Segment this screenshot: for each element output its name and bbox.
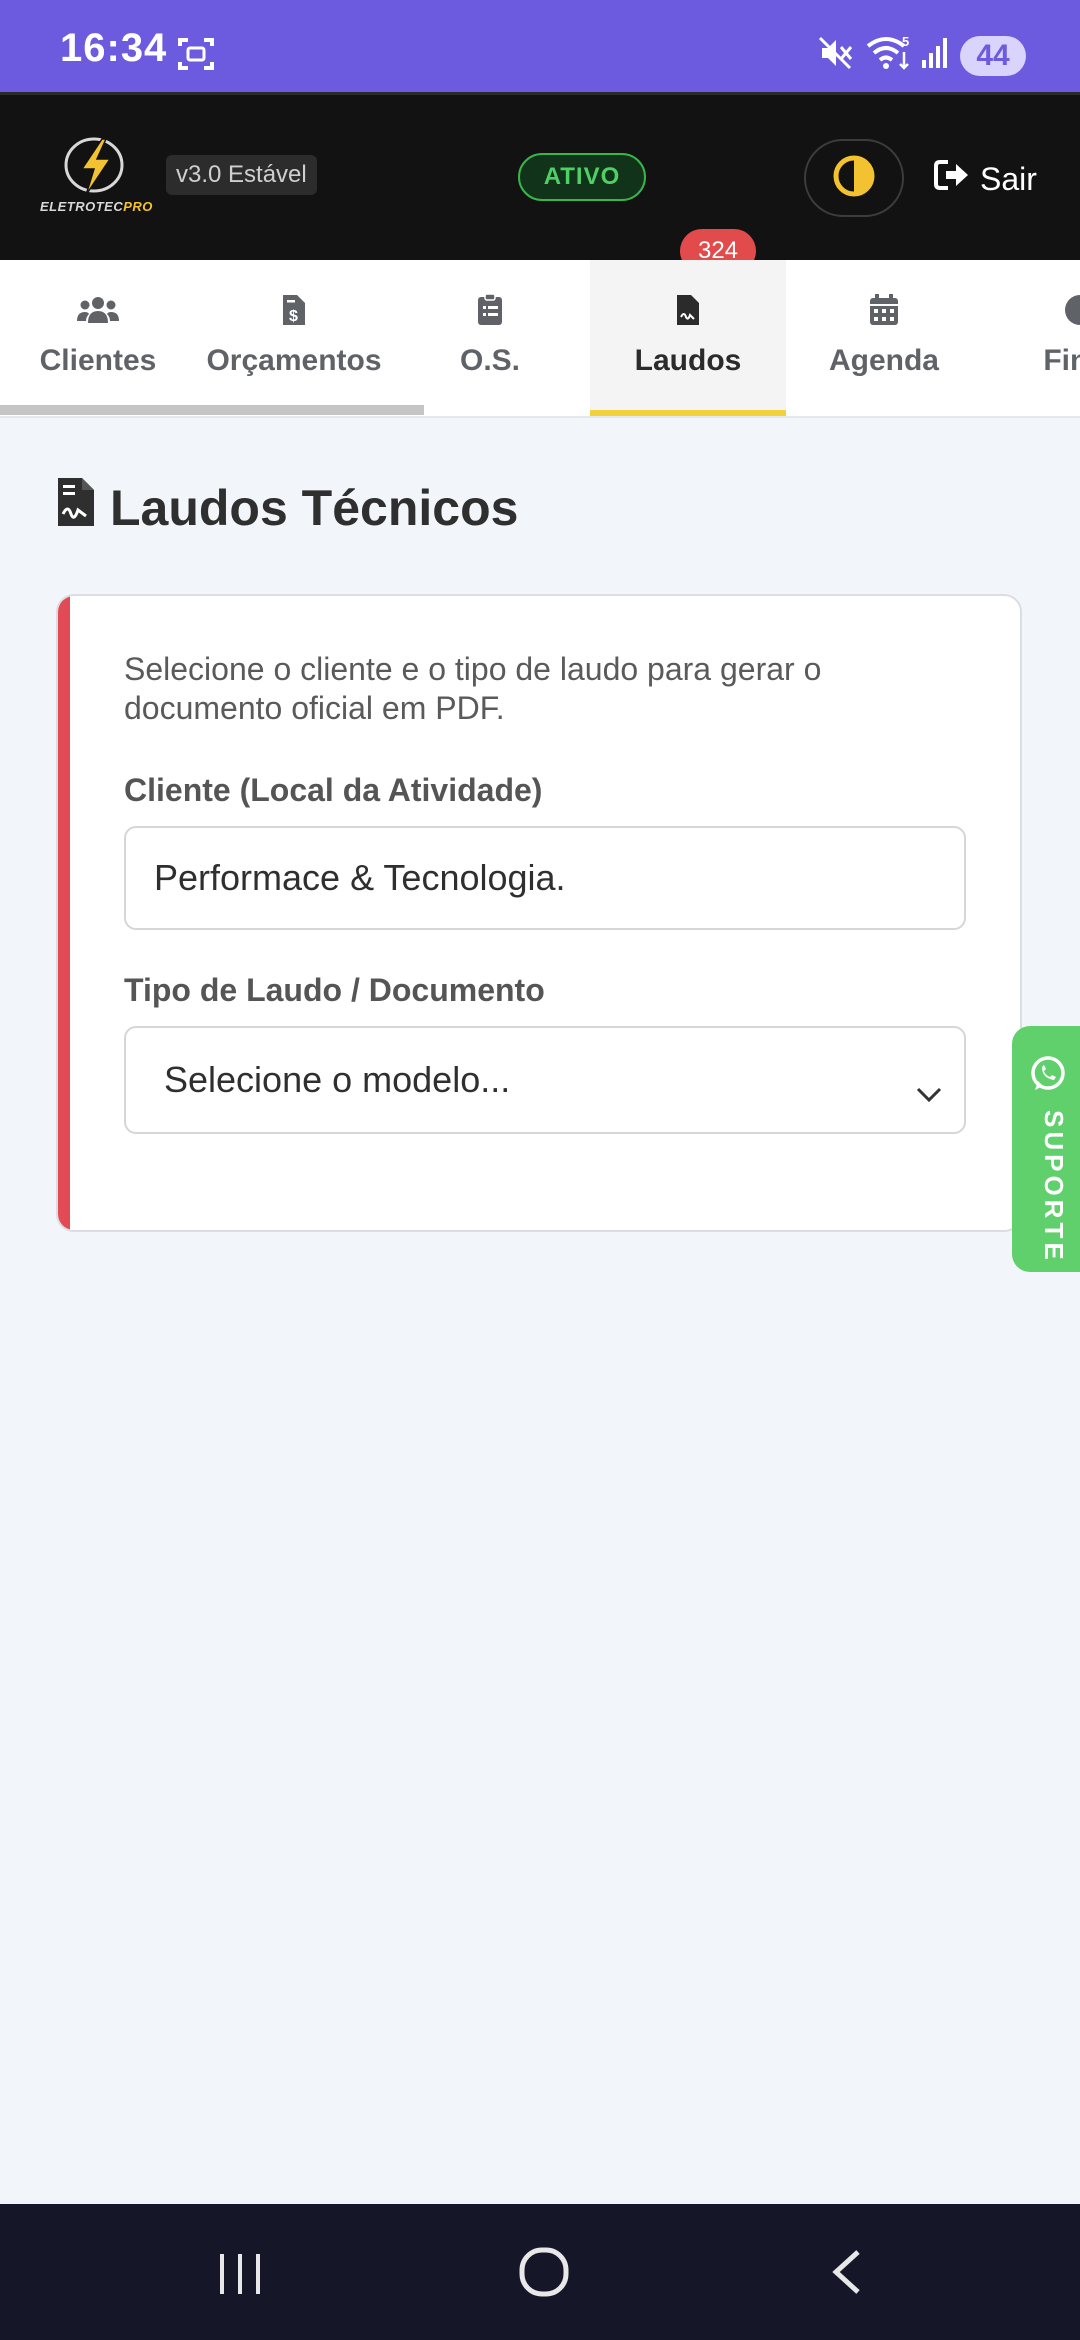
support-label: SUPORTE (1039, 1110, 1069, 1264)
file-signature-icon (675, 290, 701, 330)
contrast-icon (832, 154, 876, 203)
calendar-icon (869, 290, 899, 330)
card-description: Selecione o cliente e o tipo de laudo pa… (124, 651, 822, 726)
page-title: Laudos Técnicos (56, 478, 518, 538)
app-header: ELETROTECPRO v3.0 Estável ATIVO 324 Sair (0, 92, 1080, 284)
main-tab-bar: Clientes $ Orçamentos O.S. Laudos Agenda… (0, 260, 1080, 418)
tab-os[interactable]: O.S. (392, 260, 588, 416)
tab-financeiro[interactable]: Finar (982, 260, 1080, 416)
logout-button[interactable]: Sair (934, 155, 1037, 203)
whatsapp-icon (1028, 1054, 1068, 1099)
wifi-icon: 5 (866, 34, 914, 77)
clipboard-list-icon (476, 290, 504, 330)
doc-type-field-label: Tipo de Laudo / Documento (124, 972, 545, 1008)
chevron-down-icon (916, 1070, 942, 1112)
logo-text: ELETROTECPRO (40, 199, 153, 214)
card-accent-bar (58, 596, 70, 1230)
svg-text:$: $ (289, 308, 298, 325)
home-icon[interactable] (516, 2244, 572, 2305)
support-button[interactable]: SUPORTE (1012, 1026, 1080, 1272)
status-bar: 16:34 5 44 (0, 0, 1080, 92)
back-icon[interactable] (826, 2244, 866, 2305)
mute-icon (818, 36, 854, 75)
tab-agenda[interactable]: Agenda (786, 260, 982, 416)
tab-label: Laudos (634, 344, 742, 377)
doc-type-selected-value: Selecione o modelo... (164, 1059, 511, 1100)
tab-label: Finar (1043, 344, 1080, 377)
users-icon (77, 290, 119, 330)
tab-label: Clientes (39, 344, 157, 377)
tab-label: Orçamentos (206, 344, 382, 377)
app-screen: 16:34 5 44 ELETROTECPRO v3.0 Estável ATI… (0, 0, 1080, 2340)
tab-laudos[interactable]: Laudos (590, 260, 786, 416)
page-title-text: Laudos Técnicos (110, 480, 519, 536)
doc-type-select[interactable]: Selecione o modelo... (124, 1026, 966, 1134)
client-input[interactable] (124, 826, 966, 930)
laudo-form-card: Selecione o cliente e o tipo de laudo pa… (56, 594, 1022, 1232)
signal-icon (920, 36, 950, 75)
screenshot-icon (176, 36, 216, 77)
tab-label: O.S. (459, 344, 520, 377)
battery-indicator: 44 (960, 36, 1026, 76)
invoice-dollar-icon: $ (281, 290, 307, 330)
tab-label: Agenda (828, 344, 939, 377)
logout-label: Sair (980, 160, 1037, 197)
theme-toggle-button[interactable] (804, 139, 904, 217)
client-field-label: Cliente (Local da Atividade) (124, 772, 543, 808)
tab-clientes[interactable]: Clientes (0, 260, 196, 416)
system-nav-bar (0, 2204, 1080, 2340)
tab-orcamentos[interactable]: $ Orçamentos (196, 260, 392, 416)
status-badge: ATIVO (518, 153, 646, 201)
tab-scrollbar[interactable] (0, 405, 424, 415)
version-badge: v3.0 Estável (166, 155, 317, 195)
sign-out-icon (934, 158, 970, 200)
recent-apps-icon[interactable] (216, 2244, 264, 2305)
status-time: 16:34 (60, 26, 168, 70)
file-medical-icon (56, 476, 96, 540)
svg-text:5: 5 (902, 34, 909, 49)
chart-pie-icon (1063, 290, 1080, 330)
